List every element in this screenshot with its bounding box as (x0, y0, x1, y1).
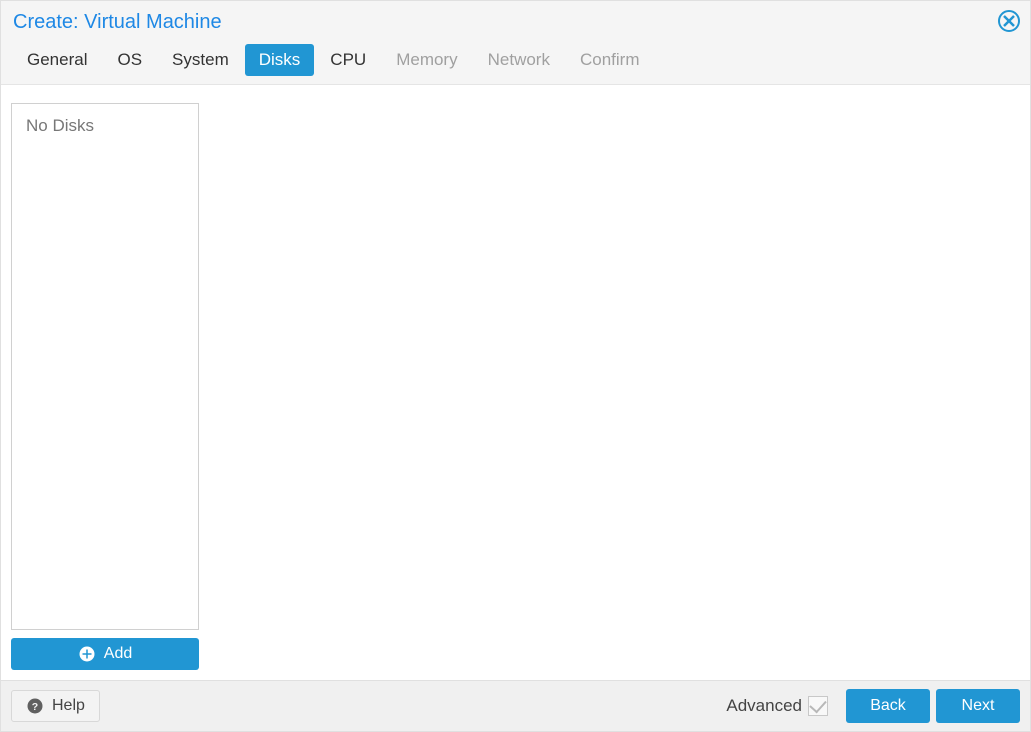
back-button[interactable]: Back (846, 689, 930, 723)
tab-cpu[interactable]: CPU (316, 44, 380, 76)
wizard-tabs: General OS System Disks CPU Memory Netwo… (1, 38, 1030, 85)
help-icon: ? (26, 697, 44, 715)
help-label: Help (52, 697, 85, 715)
tab-disks[interactable]: Disks (245, 44, 315, 76)
tab-memory: Memory (382, 44, 471, 76)
tab-os[interactable]: OS (103, 44, 156, 76)
advanced-checkbox[interactable] (808, 696, 828, 716)
add-disk-button[interactable]: Add (11, 638, 199, 670)
disk-panel: No Disks Add (11, 103, 199, 670)
disk-list: No Disks (11, 103, 199, 630)
create-vm-dialog: Create: Virtual Machine General OS Syste… (0, 0, 1031, 732)
advanced-label: Advanced (726, 696, 802, 716)
dialog-footer: ? Help Advanced Back Next (1, 680, 1030, 731)
tab-general[interactable]: General (13, 44, 101, 76)
plus-circle-icon (78, 645, 96, 663)
tab-system[interactable]: System (158, 44, 243, 76)
help-button[interactable]: ? Help (11, 690, 100, 722)
disk-list-empty-text: No Disks (26, 116, 184, 136)
advanced-toggle-wrap: Advanced (726, 696, 828, 716)
next-button[interactable]: Next (936, 689, 1020, 723)
add-disk-label: Add (104, 645, 132, 663)
close-icon (1003, 15, 1015, 27)
tab-confirm: Confirm (566, 44, 654, 76)
title-bar: Create: Virtual Machine (1, 1, 1030, 38)
tab-content-disks: No Disks Add (1, 85, 1030, 680)
dialog-title: Create: Virtual Machine (13, 11, 222, 34)
tab-network: Network (474, 44, 564, 76)
svg-text:?: ? (32, 701, 38, 713)
close-button[interactable] (998, 10, 1020, 32)
